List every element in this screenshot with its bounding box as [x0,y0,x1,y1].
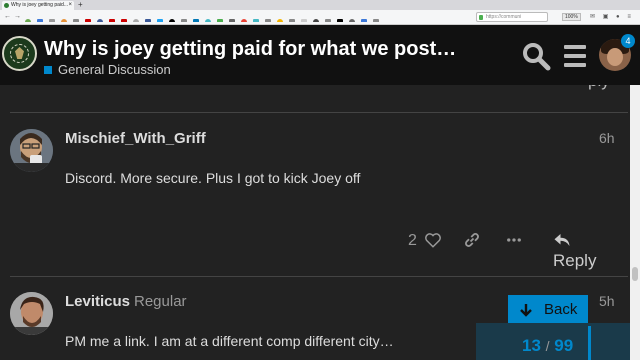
post-time[interactable]: 6h [599,130,615,146]
browser-tab[interactable]: Why is joey getting paid... × [2,1,74,10]
new-tab-button[interactable]: + [78,0,83,10]
post-body: PM me a link. I am at a different comp d… [65,333,394,349]
toolbar-extension-icons[interactable]: ✉ ▣ ● ≡ [590,13,634,20]
tab-title: Why is joey getting paid... [11,2,68,8]
previous-reply-label: ply [588,85,610,90]
back-label: Back [544,301,578,318]
notification-badge[interactable]: 4 [621,34,635,48]
reply-arrow-icon [554,234,570,246]
previous-reply-button[interactable]: ply [588,85,610,91]
scrollbar-thumb[interactable] [632,267,638,281]
post-divider [10,276,628,277]
back-arrow-icon[interactable]: ← [4,12,11,22]
url-text: https://communi [486,14,522,20]
post-username[interactable]: Leviticus [65,293,130,310]
zoom-indicator[interactable]: 100% [562,13,581,21]
bookmark-icon[interactable] [228,18,239,22]
lock-icon [479,15,483,20]
arrow-down-icon [520,304,532,317]
like-count[interactable]: 2 [408,232,417,250]
post-avatar[interactable] [10,292,53,335]
avatar-face [607,48,623,66]
bookmark-icon[interactable] [120,18,131,22]
bookmark-icon[interactable] [324,18,335,22]
category-link[interactable]: General Discussion [44,62,171,77]
bookmark-icon[interactable] [288,18,299,22]
bookmark-icon[interactable] [168,18,179,22]
link-icon[interactable] [463,231,481,254]
bookmark-icon[interactable] [60,18,71,22]
bookmark-icon[interactable] [72,18,83,22]
bookmark-icon[interactable] [276,18,287,22]
bookmark-icon[interactable] [36,18,47,22]
post-avatar[interactable] [10,129,53,172]
post-time[interactable]: 5h [599,293,615,309]
back-button[interactable]: Back [508,295,588,325]
category-color-swatch [44,66,52,74]
tab-favicon-icon [4,3,9,8]
bookmark-icon[interactable] [192,18,203,22]
post-body: Discord. More secure. Plus I got to kick… [65,170,361,186]
bookmark-icon[interactable] [252,18,263,22]
bookmark-icon[interactable] [108,18,119,22]
heart-icon[interactable] [424,231,442,254]
bookmark-icon[interactable] [300,18,311,22]
tab-close-icon[interactable]: × [68,1,72,10]
post-username[interactable]: Mischief_With_Griff [65,130,206,147]
bookmark-icon[interactable] [156,18,167,22]
category-name: General Discussion [58,62,171,77]
search-icon[interactable] [521,41,551,71]
bookmark-icon[interactable] [336,18,347,22]
bookmark-icon[interactable] [264,18,275,22]
bookmark-icon[interactable] [24,18,35,22]
bookmarks-bar [24,13,474,22]
bookmark-icon[interactable] [144,18,155,22]
more-options-icon[interactable] [505,231,523,254]
bookmark-icon[interactable] [312,18,323,22]
bookmark-icon[interactable] [96,18,107,22]
topic-title[interactable]: Why is joey getting paid for what we pos… [44,37,484,61]
bookmark-icon[interactable] [48,18,59,22]
browser-toolbar: ← → https://communi 100% ✉ ▣ ● ≡ [0,10,640,25]
bookmark-icon[interactable] [372,18,383,22]
reply-label: Reply [553,251,597,270]
hamburger-menu-icon[interactable] [562,43,588,69]
bookmark-icon[interactable] [240,18,251,22]
bookmark-icon[interactable] [348,18,359,22]
bookmark-icon[interactable] [132,18,143,22]
bookmark-icon[interactable] [216,18,227,22]
post-divider [10,112,628,113]
forward-arrow-icon[interactable]: → [14,12,21,22]
bookmark-icon[interactable] [204,18,215,22]
progress-total: 99 [554,336,574,355]
timeline-handle[interactable] [588,326,591,360]
site-logo[interactable] [2,36,37,71]
reply-button[interactable]: Reply [553,231,596,271]
user-title: Regular [134,293,187,310]
site-header: Why is joey getting paid for what we pos… [0,25,640,85]
url-bar[interactable]: https://communi [476,12,548,22]
progress-separator: / [545,338,550,354]
bookmark-icon[interactable] [360,18,371,22]
bookmark-icon[interactable] [84,18,95,22]
bookmark-icon[interactable] [180,18,191,22]
post-progress[interactable]: 13 / 99 [522,336,573,356]
progress-current: 13 [522,336,541,355]
browser-tabstrip: Why is joey getting paid... × + [0,0,640,10]
page-scrollbar[interactable] [630,85,640,360]
